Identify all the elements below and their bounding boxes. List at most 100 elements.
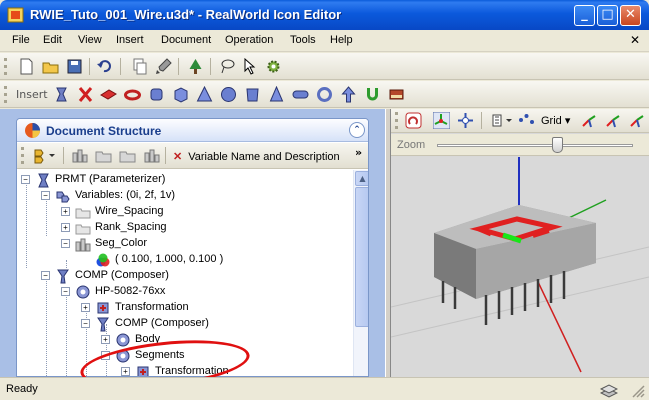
add-group-icon[interactable] bbox=[119, 147, 136, 164]
insert-ring-icon[interactable] bbox=[316, 86, 333, 103]
minimize-button[interactable]: _ bbox=[574, 5, 595, 26]
tree-expander[interactable]: − bbox=[21, 175, 30, 184]
zoom-label: Zoom bbox=[397, 139, 426, 151]
tree-expander[interactable]: + bbox=[101, 335, 110, 344]
insert-sphere-icon[interactable] bbox=[220, 86, 237, 103]
insert-arrow-icon[interactable] bbox=[340, 86, 357, 103]
resize-grip-icon[interactable] bbox=[631, 384, 645, 398]
brush-icon[interactable] bbox=[155, 58, 172, 75]
add-vector-icon[interactable] bbox=[143, 147, 160, 164]
tree-expander[interactable]: − bbox=[61, 287, 70, 296]
view-mode-dropdown-icon[interactable] bbox=[491, 112, 515, 129]
insert-deformer-icon[interactable] bbox=[77, 86, 94, 103]
copy-icon[interactable] bbox=[131, 58, 148, 75]
menu-help[interactable]: Help bbox=[330, 34, 353, 46]
tree-item-label: Wire_Spacing bbox=[95, 205, 164, 217]
tree-scrollbar[interactable]: ▲ bbox=[353, 170, 368, 376]
folder-icon bbox=[75, 208, 91, 219]
insert-capsule-icon[interactable] bbox=[292, 86, 309, 103]
document-structure-icon bbox=[25, 123, 40, 138]
select-cursor-icon[interactable] bbox=[242, 58, 259, 75]
maximize-button[interactable]: □ bbox=[597, 5, 618, 26]
menu-tools[interactable]: Tools bbox=[290, 34, 316, 46]
menu-file[interactable]: File bbox=[12, 34, 30, 46]
grid-label: Grid bbox=[541, 115, 562, 127]
insert-cone-icon[interactable] bbox=[268, 86, 285, 103]
document-tree: − PRMT (Parameterizer) − Variables: (0i,… bbox=[17, 170, 353, 377]
tree-expander[interactable]: − bbox=[41, 191, 50, 200]
app-icon bbox=[7, 7, 24, 23]
tree-connector bbox=[26, 180, 27, 268]
window-title: RWIE_Tuto_001_Wire.u3d* - RealWorld Icon… bbox=[30, 7, 342, 22]
snap-points-icon[interactable] bbox=[518, 112, 535, 129]
toolbar-gripper[interactable] bbox=[4, 86, 7, 103]
insert-parameterizer-icon[interactable] bbox=[53, 86, 70, 103]
toolbar-separator bbox=[63, 147, 64, 164]
main-area: Document Structure ⌃ ✕ Variable Name and … bbox=[0, 109, 649, 395]
tree-expander[interactable]: − bbox=[41, 271, 50, 280]
tree-expander[interactable]: + bbox=[61, 223, 70, 232]
insert-plane-icon[interactable] bbox=[100, 86, 117, 103]
add-variable-icon[interactable] bbox=[71, 147, 88, 164]
tree-item-label: Transformation bbox=[115, 301, 189, 313]
undo-icon[interactable] bbox=[96, 58, 113, 75]
insert-magnet-icon[interactable] bbox=[364, 86, 381, 103]
grid-dropdown[interactable]: Grid ▾ bbox=[541, 114, 570, 127]
zoom-slider-knob[interactable] bbox=[551, 137, 563, 153]
tree-expander[interactable]: + bbox=[121, 367, 130, 376]
light-rotate-icon[interactable] bbox=[605, 112, 622, 129]
tree-item-label: Transformation bbox=[155, 365, 229, 377]
settings-gear-icon[interactable] bbox=[265, 58, 282, 75]
insert-torus-icon[interactable] bbox=[124, 86, 141, 103]
tree-expander[interactable]: − bbox=[61, 239, 70, 248]
scroll-thumb[interactable] bbox=[355, 187, 368, 327]
tree-connector bbox=[46, 276, 47, 376]
save-icon[interactable] bbox=[66, 58, 83, 75]
open-folder-icon[interactable] bbox=[42, 58, 59, 75]
tree-icon[interactable] bbox=[187, 58, 204, 75]
toolbar-gripper[interactable] bbox=[395, 112, 398, 129]
variable-name-description-button[interactable]: ✕ Variable Name and Description bbox=[173, 150, 340, 163]
transformation-icon bbox=[97, 302, 109, 314]
view-toolbar: Grid ▾ bbox=[391, 109, 649, 133]
menu-edit[interactable]: Edit bbox=[43, 34, 62, 46]
scroll-up-arrow[interactable]: ▲ bbox=[355, 171, 368, 186]
tree-expander[interactable]: + bbox=[61, 207, 70, 216]
toolbar-gripper[interactable] bbox=[21, 147, 24, 164]
axes-view-icon[interactable] bbox=[433, 112, 450, 129]
panel-collapse-button[interactable]: ⌃ bbox=[349, 122, 365, 138]
document-structure-panel: Document Structure ⌃ ✕ Variable Name and … bbox=[16, 118, 369, 377]
add-folder-icon[interactable] bbox=[95, 147, 112, 164]
insert-book-icon[interactable] bbox=[388, 86, 405, 103]
part-icon bbox=[116, 349, 130, 363]
tree-expander[interactable]: − bbox=[81, 319, 90, 328]
tree-item-label: Rank_Spacing bbox=[95, 221, 167, 233]
menu-operation[interactable]: Operation bbox=[225, 34, 273, 46]
menu-insert[interactable]: Insert bbox=[116, 34, 144, 46]
lasso-icon[interactable] bbox=[219, 58, 236, 75]
light-scale-icon[interactable] bbox=[629, 112, 646, 129]
tree-expander[interactable]: + bbox=[81, 303, 90, 312]
3d-viewport[interactable] bbox=[391, 157, 649, 377]
insert-cylinder-icon[interactable] bbox=[148, 86, 165, 103]
document-close-button[interactable]: ✕ bbox=[630, 33, 640, 47]
insert-box-icon[interactable] bbox=[172, 86, 189, 103]
toolbar-overflow-button[interactable]: » bbox=[355, 146, 362, 159]
insert-pyramid-icon[interactable] bbox=[196, 86, 213, 103]
insert-toolbar-label: Insert bbox=[16, 88, 48, 101]
composer-icon bbox=[97, 317, 109, 332]
tree-expander[interactable]: − bbox=[101, 351, 110, 360]
menu-bar: File Edit View Insert Document Operation… bbox=[0, 30, 649, 52]
light-move-icon[interactable] bbox=[581, 112, 598, 129]
menu-document[interactable]: Document bbox=[161, 34, 211, 46]
new-document-icon[interactable] bbox=[18, 58, 35, 75]
insert-toolbar: Insert bbox=[0, 81, 649, 108]
close-button[interactable]: ✕ bbox=[620, 5, 641, 26]
pan-view-icon[interactable] bbox=[457, 112, 474, 129]
toolbar-gripper[interactable] bbox=[4, 58, 7, 75]
zoom-slider-track[interactable] bbox=[437, 144, 633, 147]
structure-menu-icon[interactable] bbox=[33, 147, 57, 164]
menu-view[interactable]: View bbox=[78, 34, 102, 46]
insert-tube-icon[interactable] bbox=[244, 86, 261, 103]
rotate-view-icon[interactable] bbox=[405, 112, 422, 129]
